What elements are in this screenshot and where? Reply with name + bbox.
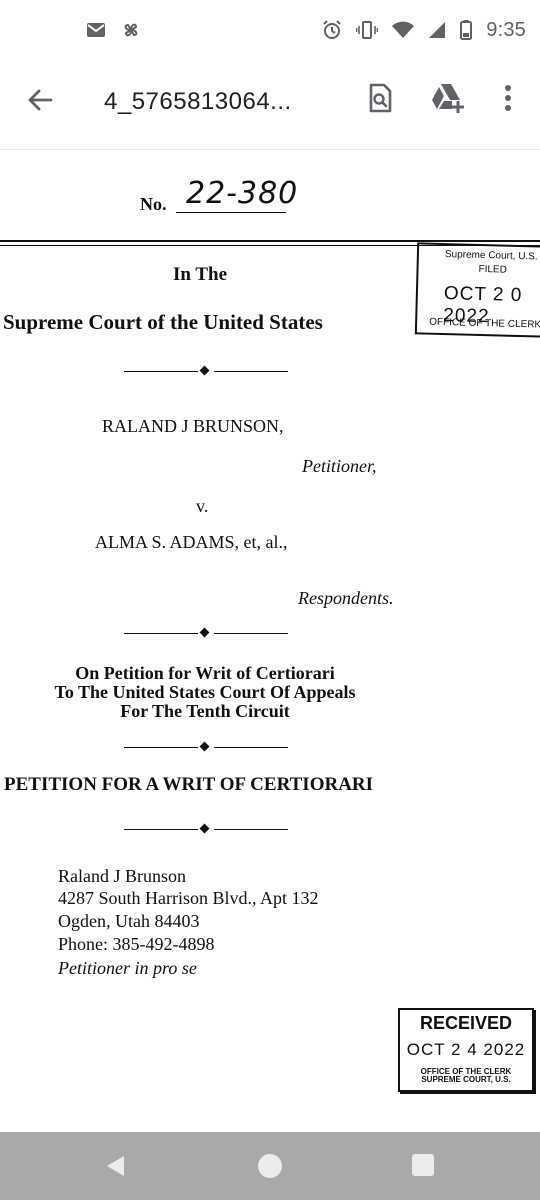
filed-stamp-court: Supreme Court, U.S. (444, 249, 538, 263)
vibrate-icon (356, 21, 379, 39)
header-rule (0, 240, 540, 242)
pdf-page[interactable]: No. 22-380 In The Supreme Court of the U… (0, 150, 540, 1132)
versus: v. (196, 496, 209, 516)
petitioner-role: Petitioner, (302, 456, 377, 476)
search-document-icon[interactable] (364, 82, 396, 114)
contact-city: Ogden, Utah 84403 (58, 911, 200, 931)
alarm-icon (323, 20, 341, 39)
diamond-icon (199, 627, 210, 638)
section-divider (124, 365, 288, 378)
nav-recents-icon[interactable] (412, 1154, 434, 1176)
app-bar: 4_5765813064... (0, 60, 540, 150)
docket-number: 22-380 (186, 176, 299, 211)
writ-heading: On Petition for Writ of Certiorari To Th… (0, 664, 410, 721)
received-stamp-office-line2: SUPREME COURT, U.S. (421, 1075, 511, 1084)
diamond-icon (199, 741, 210, 752)
file-name-title: 4_5765813064... (104, 88, 292, 115)
system-nav-bar (0, 1132, 540, 1200)
writ-line-1: On Petition for Writ of Certiorari (75, 663, 335, 683)
court-intro: In The (173, 264, 228, 285)
writ-line-3: For The Tenth Circuit (120, 701, 290, 721)
nav-home-icon[interactable] (258, 1154, 282, 1178)
wifi-icon (392, 21, 415, 38)
back-arrow-icon[interactable] (24, 84, 56, 116)
status-time: 9:35 (486, 18, 526, 41)
petition-title: PETITION FOR A WRIT OF CERTIORARI (4, 774, 374, 795)
section-divider (124, 741, 288, 754)
pinwheel-icon (124, 23, 138, 37)
filed-stamp-office: OFFICE OF THE CLERK (428, 316, 540, 331)
received-stamp-office: OFFICE OF THE CLERK SUPREME COURT, U.S. (400, 1068, 532, 1084)
received-stamp: RECEIVED OCT 2 4 2022 OFFICE OF THE CLER… (398, 1008, 534, 1092)
filed-stamp-label: FILED (478, 263, 508, 276)
received-stamp-title: RECEIVED (419, 1013, 513, 1033)
docket-underline (176, 212, 286, 213)
status-bar: 9:35 (0, 0, 540, 60)
more-vert-icon[interactable] (496, 82, 520, 114)
battery-icon (460, 20, 473, 40)
received-stamp-date: OCT 2 4 2022 (406, 1040, 526, 1059)
petitioner-name: RALAND J BRUNSON, (102, 416, 284, 436)
section-divider (124, 627, 288, 640)
respondent-name: ALMA S. ADAMS, et, al., (95, 532, 288, 552)
court-name: Supreme Court of the United States (3, 310, 323, 334)
contact-address: 4287 South Harrison Blvd., Apt 132 (58, 888, 319, 908)
nav-back-icon[interactable] (104, 1154, 128, 1178)
writ-line-2: To The United States Court Of Appeals (54, 682, 356, 702)
mail-icon (87, 23, 105, 37)
contact-phone: Phone: 385-492-4898 (58, 934, 215, 954)
diamond-icon (199, 365, 210, 376)
respondent-role: Respondents. (298, 588, 394, 608)
section-divider (124, 823, 288, 836)
diamond-icon (199, 823, 210, 834)
contact-role: Petitioner in pro se (58, 958, 197, 978)
docket-label: No. (140, 194, 167, 214)
signal-icon (429, 22, 446, 38)
filed-stamp: Supreme Court, U.S. FILED OCT 2 0 2022 O… (414, 242, 540, 338)
drive-add-icon[interactable] (430, 82, 466, 114)
contact-name: Raland J Brunson (58, 866, 186, 886)
